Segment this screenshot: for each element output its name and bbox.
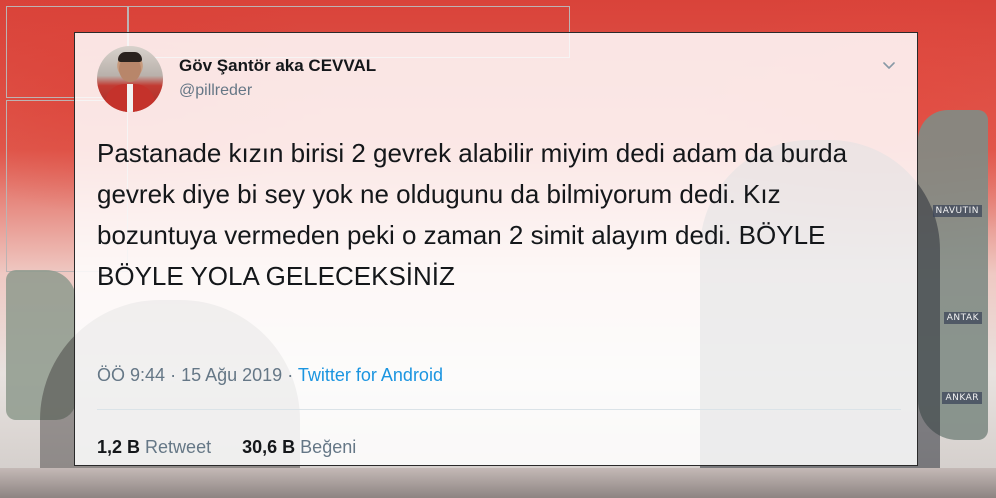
like-label: Beğeni <box>300 437 357 457</box>
avatar[interactable] <box>97 46 163 112</box>
meta-separator: · <box>287 365 294 385</box>
display-name[interactable]: Göv Şantör aka CEVVAL <box>179 56 376 76</box>
bottom-bar <box>0 468 996 498</box>
retweet-label: Retweet <box>145 437 212 457</box>
tweet-source-link[interactable]: Twitter for Android <box>298 365 443 385</box>
tweet-card: Göv Şantör aka CEVVAL @pillreder Pastana… <box>74 32 918 466</box>
retweet-count[interactable]: 1,2 B Retweet <box>97 437 216 457</box>
like-count[interactable]: 30,6 B Beğeni <box>242 437 356 457</box>
map-sign: ANKAR <box>942 392 982 404</box>
chevron-down-icon[interactable] <box>881 57 897 73</box>
map-sign: NAVUTIN <box>932 205 982 217</box>
divider <box>97 409 901 410</box>
tweet-stats: 1,2 B Retweet 30,6 B Beğeni <box>97 437 382 458</box>
tweet-timestamp: ÖÖ 9:44 · 15 Ağu 2019 · Twitter for Andr… <box>97 365 443 386</box>
meta-separator: · <box>170 365 177 385</box>
tweet-date[interactable]: 15 Ağu 2019 <box>181 365 282 385</box>
like-count-value: 30,6 B <box>242 437 296 457</box>
user-handle[interactable]: @pillreder <box>179 82 252 100</box>
retweet-count-value: 1,2 B <box>97 437 141 457</box>
tweet-text: Pastanade kızın birisi 2 gevrek alabilir… <box>97 138 848 291</box>
tweet-time[interactable]: ÖÖ 9:44 <box>97 365 165 385</box>
map-sign: ANTAK <box>943 312 982 324</box>
